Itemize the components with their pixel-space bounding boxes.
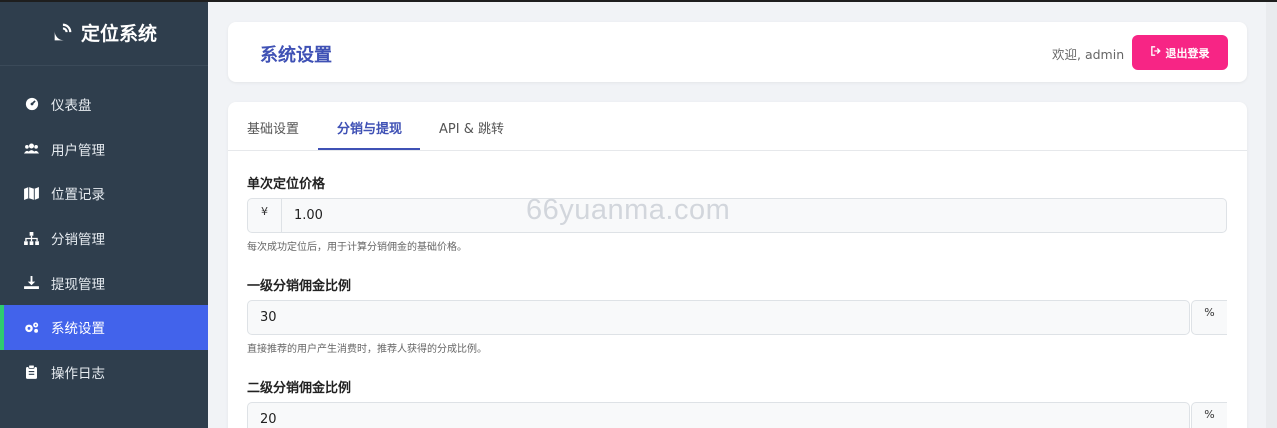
tab-basic[interactable]: 基础设置 [247,118,299,137]
window-top-border [0,0,1277,2]
level1-help: 直接推荐的用户产生消费时，推荐人获得的分成比例。 [247,344,487,355]
sign-out-icon [1150,46,1161,59]
sidebar-menu: 仪表盘 用户管理 位置记录 分销管理 提现管理 系统设置 操作日志 [0,82,208,394]
sidebar-item-withdraw[interactable]: 提现管理 [0,260,208,305]
clipboard-icon [24,364,39,379]
sidebar-item-label: 仪表盘 [51,98,92,115]
brand-name: 定位系统 [80,23,157,45]
dashboard-icon [24,97,39,112]
level1-label: 一级分销佣金比例 [247,279,352,294]
tab-api-redirect[interactable]: API & 跳转 [439,118,504,137]
users-icon [24,141,39,156]
welcome-text: 欢迎, admin [1052,47,1125,62]
withdraw-icon [24,275,39,290]
sidebar-item-dashboard[interactable]: 仪表盘 [0,82,208,127]
level2-input[interactable] [248,403,1188,428]
map-icon [24,186,39,201]
sidebar-item-label: 分销管理 [51,232,105,249]
sidebar: 定位系统 仪表盘 用户管理 位置记录 分销管理 提现管理 系统设置 操作日志 [0,0,208,428]
price-input-group: ¥ [247,198,1227,233]
price-help: 每次成功定位后，用于计算分销佣金的基础价格。 [247,242,467,253]
sidebar-item-locations[interactable]: 位置记录 [0,171,208,216]
sidebar-item-settings[interactable]: 系统设置 [0,304,208,350]
sitemap-icon [24,231,39,246]
level2-input-group [247,402,1190,428]
price-input[interactable] [282,199,1222,232]
level2-label: 二级分销佣金比例 [247,381,352,396]
gears-icon [24,320,39,335]
level1-input-group [247,300,1190,335]
sidebar-item-label: 操作日志 [51,365,105,382]
brand[interactable]: 定位系统 [0,0,208,66]
sidebar-item-distribution[interactable]: 分销管理 [0,216,208,261]
sidebar-item-logs[interactable]: 操作日志 [0,350,208,395]
price-label: 单次定位价格 [247,177,326,192]
sidebar-item-label: 系统设置 [51,321,105,338]
logout-label: 退出登录 [1165,47,1210,60]
header-card: 系统设置 欢迎, admin 退出登录 [228,22,1247,82]
page-title: 系统设置 [260,45,332,66]
logout-button[interactable]: 退出登录 [1132,35,1228,70]
sidebar-item-label: 位置记录 [51,187,105,204]
active-tab-indicator [318,148,420,150]
level1-input[interactable] [248,301,1188,334]
sidebar-item-users[interactable]: 用户管理 [0,127,208,172]
sidebar-item-label: 用户管理 [51,142,105,159]
settings-tabs: 基础设置 分销与提现 API & 跳转 [228,102,1247,151]
level1-percent-suffix: % [1191,300,1227,335]
right-scroll-edge [1266,0,1277,428]
satellite-dish-icon [51,22,73,44]
tab-distribution-withdraw[interactable]: 分销与提现 [337,118,402,137]
settings-card: 基础设置 分销与提现 API & 跳转 单次定位价格 ¥ 每次成功定位后，用于计… [228,102,1247,428]
currency-prefix: ¥ [248,199,282,232]
level2-percent-suffix: % [1191,402,1227,428]
sidebar-item-label: 提现管理 [51,276,105,293]
